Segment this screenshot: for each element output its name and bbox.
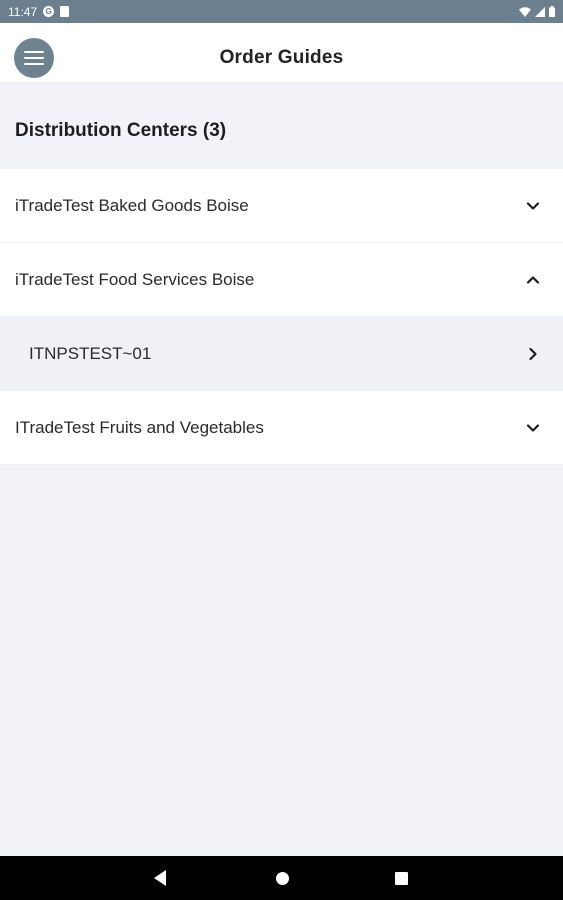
status-left: 11:47 G [8, 4, 70, 19]
list-item-label: ITradeTest Fruits and Vegetables [15, 417, 264, 437]
chevron-right-icon [529, 347, 537, 360]
list-item-label: ITNPSTEST~01 [29, 343, 152, 363]
sd-card-icon [60, 6, 70, 17]
wifi-icon [519, 6, 531, 17]
home-icon[interactable] [276, 872, 289, 885]
section-title: Distribution Centers (3) [15, 120, 227, 141]
status-time: 11:47 [8, 4, 38, 19]
chevron-down-icon [526, 201, 540, 210]
back-icon[interactable] [153, 869, 167, 887]
app-bar: Order Guides [0, 23, 563, 82]
list-item-label: iTradeTest Baked Goods Boise [15, 195, 249, 215]
recents-icon[interactable] [395, 872, 408, 885]
status-right [519, 6, 555, 17]
list-item-label: iTradeTest Food Services Boise [15, 269, 255, 289]
list-item-itnpstest-01[interactable]: ITNPSTEST~01 [0, 317, 563, 391]
status-bar: 11:47 G [0, 0, 563, 23]
screen: 11:47 G Order Guides Distribution Center… [0, 0, 563, 900]
page-title: Order Guides [219, 47, 344, 68]
system-nav-bar [0, 856, 563, 900]
g-icon: G [43, 6, 55, 17]
chevron-down-icon [526, 423, 540, 432]
list-item-food-services-boise[interactable]: iTradeTest Food Services Boise [0, 243, 563, 317]
list-item-fruits-and-vegetables[interactable]: ITradeTest Fruits and Vegetables [0, 391, 563, 465]
distribution-centers-list: iTradeTest Baked Goods Boise iTradeTest … [0, 169, 563, 465]
battery-icon [549, 6, 555, 17]
list-item-baked-goods-boise[interactable]: iTradeTest Baked Goods Boise [0, 169, 563, 243]
signal-icon [535, 6, 545, 17]
section-header: Distribution Centers (3) [0, 82, 563, 169]
chevron-up-icon [526, 275, 540, 284]
